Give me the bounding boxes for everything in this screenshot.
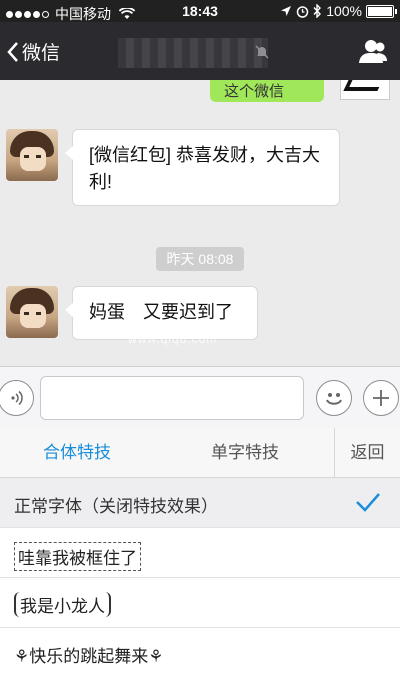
- voice-button[interactable]: [0, 380, 34, 416]
- back-label: 微信: [22, 43, 61, 64]
- tab-back[interactable]: 返回: [335, 428, 400, 478]
- flower-icon: ⚘: [14, 647, 30, 666]
- flower-icon: ⚘: [148, 647, 164, 666]
- nav-bar: 微信: [0, 22, 400, 80]
- back-button[interactable]: 微信: [6, 38, 60, 65]
- timestamp: 昨天 08:08: [156, 247, 244, 271]
- effect-label: 我是小龙人: [14, 592, 111, 617]
- battery-percent: 100%: [326, 3, 362, 19]
- effect-dancing[interactable]: ⚘快乐的跳起舞来⚘: [0, 628, 400, 678]
- chat-title-redacted: [118, 38, 268, 68]
- effects-list: 正常字体（关闭特技效果） 哇靠我被框住了 我是小龙人 ⚘快乐的跳起舞来⚘: [0, 478, 400, 678]
- tab-combined-effects[interactable]: 合体特技: [0, 428, 154, 478]
- voice-icon: [11, 390, 23, 406]
- emoji-icon: [326, 393, 342, 405]
- effect-little-dragon[interactable]: 我是小龙人: [0, 578, 400, 628]
- bluetooth-icon: [313, 4, 322, 18]
- emoji-button[interactable]: [316, 380, 352, 416]
- checkmark-icon: [356, 493, 380, 512]
- message-text: [微信红包] 恭喜发财，大吉大利!: [89, 145, 321, 192]
- avatar[interactable]: [6, 129, 58, 181]
- my-avatar[interactable]: [340, 80, 390, 100]
- chat-area[interactable]: 这个微信 [微信红包] 恭喜发财，大吉大利! 昨天 08:08 妈蛋 又要迟到了…: [0, 80, 400, 366]
- plus-icon: [373, 390, 389, 406]
- contact-info-icon[interactable]: [358, 38, 388, 64]
- plus-button[interactable]: [363, 380, 399, 416]
- avatar[interactable]: [6, 286, 58, 338]
- alarm-icon: [296, 5, 309, 18]
- effect-normal-font[interactable]: 正常字体（关闭特技效果）: [0, 478, 400, 528]
- battery-icon: [366, 4, 397, 18]
- chevron-left-icon: [7, 41, 18, 62]
- mute-icon: [255, 45, 269, 59]
- effect-boxed[interactable]: 哇靠我被框住了: [0, 528, 400, 578]
- effects-tabs: 合体特技 单字特技 返回: [0, 428, 400, 478]
- effect-label: 正常字体（关闭特技效果）: [14, 497, 218, 516]
- message-bubble[interactable]: [微信红包] 恭喜发财，大吉大利!: [65, 129, 340, 206]
- previous-message-bubble[interactable]: 这个微信: [210, 80, 324, 102]
- location-icon: [281, 6, 292, 16]
- message-text: 妈蛋 又要迟到了: [89, 302, 233, 322]
- effect-label: ⚘快乐的跳起舞来⚘: [14, 647, 164, 666]
- tab-single-char-effects[interactable]: 单字特技: [170, 428, 320, 478]
- effect-label: 哇靠我被框住了: [14, 542, 141, 571]
- status-bar: 中国移动 18:43 100%: [0, 0, 400, 22]
- watermark: www.qiqu.com: [128, 332, 218, 346]
- message-input[interactable]: [40, 376, 304, 420]
- input-bar: [0, 366, 400, 428]
